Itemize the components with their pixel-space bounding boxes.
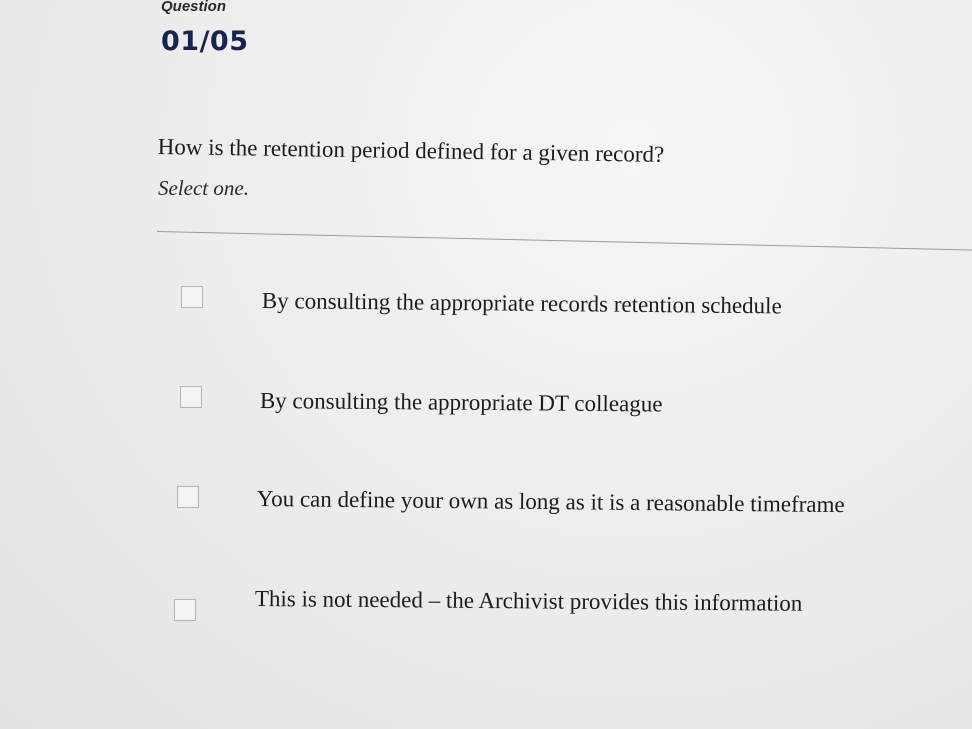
checkbox-option-3[interactable] [177, 486, 199, 508]
option-label-3[interactable]: You can define your own as long as it is… [257, 486, 845, 518]
checkbox-option-4[interactable] [174, 599, 196, 621]
option-label-4[interactable]: This is not needed – the Archivist provi… [255, 586, 803, 617]
question-text: How is the retention period defined for … [157, 134, 665, 167]
question-counter: 01/05 [161, 26, 249, 57]
option-label-2[interactable]: By consulting the appropriate DT colleag… [260, 388, 663, 418]
option-label-1[interactable]: By consulting the appropriate records re… [262, 288, 782, 319]
question-instruction: Select one. [158, 176, 249, 200]
quiz-panel: Question 01/05 How is the retention peri… [0, 0, 972, 729]
checkbox-option-2[interactable] [180, 386, 202, 408]
question-label: Question [161, 0, 227, 15]
checkbox-option-1[interactable] [181, 286, 203, 308]
divider [156, 231, 972, 251]
